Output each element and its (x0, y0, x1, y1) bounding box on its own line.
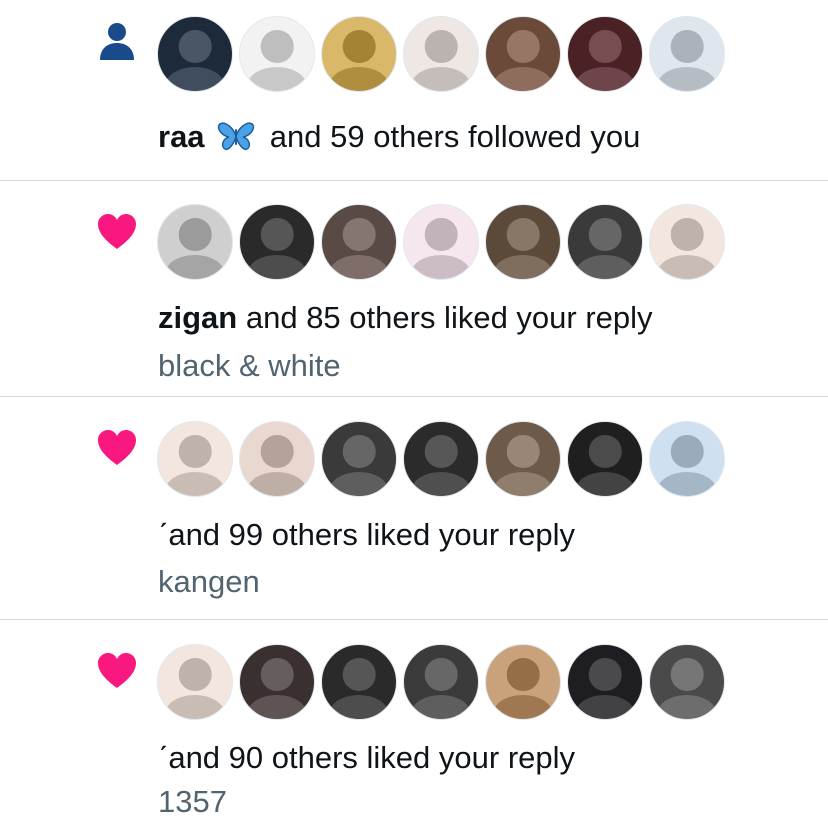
truncated-actor-mark[interactable]: ˊ (158, 740, 168, 775)
avatar[interactable] (157, 644, 233, 720)
notification-text: ˊand 90 others liked your reply (158, 739, 575, 777)
avatar-row (157, 204, 725, 282)
person-icon (100, 23, 134, 60)
avatar-row (157, 421, 725, 499)
avatar[interactable] (649, 421, 725, 497)
avatar[interactable] (321, 16, 397, 92)
avatar[interactable] (485, 421, 561, 497)
avatar[interactable] (567, 644, 643, 720)
heart-icon (98, 430, 136, 465)
avatar[interactable] (567, 421, 643, 497)
avatar[interactable] (567, 16, 643, 92)
avatar-row (157, 644, 725, 722)
avatar[interactable] (239, 204, 315, 280)
avatar[interactable] (239, 421, 315, 497)
avatar[interactable] (649, 644, 725, 720)
truncated-actor-mark[interactable]: ˊ (158, 517, 168, 552)
actor-name[interactable]: zigan (158, 300, 237, 335)
actor-name[interactable]: raa (158, 119, 205, 154)
notification-text: raa and 59 others followed you (158, 118, 640, 156)
action-text: and 99 others liked your reply (168, 517, 576, 552)
action-text: and 90 others liked your reply (168, 740, 576, 775)
avatar[interactable] (649, 204, 725, 280)
avatar[interactable] (649, 16, 725, 92)
notification-like[interactable]: ˊand 90 others liked your reply 1357 (0, 620, 828, 832)
notification-like[interactable]: ˊand 99 others liked your reply kangen (0, 397, 828, 619)
avatar[interactable] (485, 16, 561, 92)
action-text: and 85 others liked your reply (245, 300, 653, 335)
heart-icon (98, 653, 136, 688)
avatar[interactable] (567, 204, 643, 280)
avatar[interactable] (157, 421, 233, 497)
notification-text: zigan and 85 others liked your reply (158, 299, 653, 337)
notification-follow[interactable]: raa and 59 others followed you (0, 0, 828, 180)
avatar[interactable] (403, 16, 479, 92)
avatar[interactable] (321, 204, 397, 280)
avatar-row (157, 16, 725, 94)
avatar[interactable] (403, 204, 479, 280)
notification-text: ˊand 99 others liked your reply (158, 516, 575, 554)
avatar[interactable] (485, 644, 561, 720)
heart-icon (98, 214, 136, 249)
avatar[interactable] (239, 16, 315, 92)
reply-snippet: 1357 (158, 784, 227, 819)
avatar[interactable] (239, 644, 315, 720)
notification-like[interactable]: zigan and 85 others liked your reply bla… (0, 181, 828, 396)
action-text: and 59 others followed you (269, 119, 641, 154)
avatar[interactable] (403, 421, 479, 497)
avatar[interactable] (157, 16, 233, 92)
reply-snippet: kangen (158, 564, 260, 599)
avatar[interactable] (321, 644, 397, 720)
avatar[interactable] (321, 421, 397, 497)
avatar[interactable] (485, 204, 561, 280)
butterfly-icon (218, 122, 255, 151)
avatar[interactable] (403, 644, 479, 720)
reply-snippet: black & white (158, 348, 341, 383)
avatar[interactable] (157, 204, 233, 280)
